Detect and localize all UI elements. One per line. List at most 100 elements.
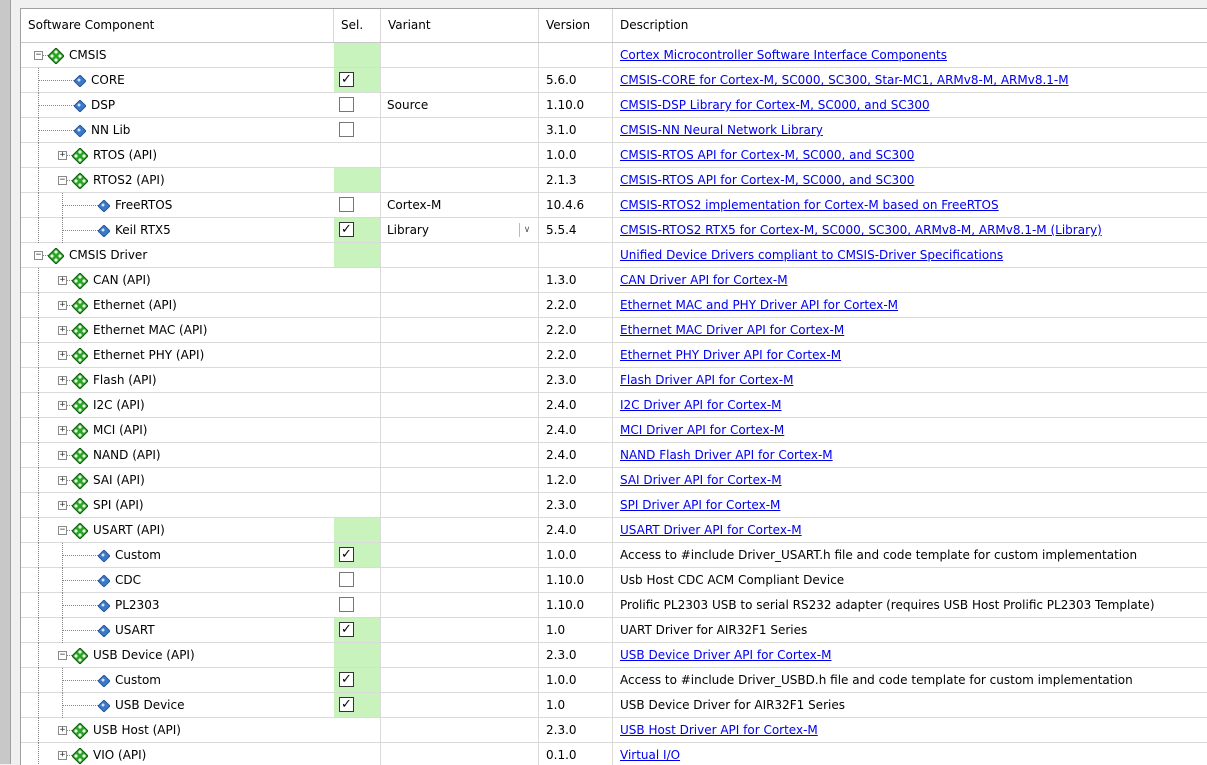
sel-cell[interactable] <box>334 118 381 143</box>
select-checkbox[interactable]: ✓ <box>339 222 354 237</box>
tree-group-row[interactable]: − RTOS2 (API) 2.1.3 CMSIS-RTOS API for Cort… <box>21 168 1207 193</box>
collapse-icon[interactable]: − <box>58 651 67 660</box>
description-link[interactable]: CMSIS-DSP Library for Cortex-M, SC000, a… <box>613 93 930 118</box>
column-header-description[interactable]: Description <box>613 9 1207 42</box>
tree-group-row[interactable]: − CMSIS Driver Unified Device Drivers comp… <box>21 243 1207 268</box>
tree-group-row[interactable]: + SPI (API) 2.3.0 SPI Driver API for Cortex… <box>21 493 1207 518</box>
description-link[interactable]: CMSIS-RTOS2 implementation for Cortex-M … <box>613 193 999 218</box>
description-link[interactable]: CMSIS-NN Neural Network Library <box>613 118 823 143</box>
expand-icon[interactable]: + <box>58 726 67 735</box>
description-link[interactable]: USB Host Driver API for Cortex-M <box>613 718 818 743</box>
tree-group-row[interactable]: + Ethernet MAC (API) 2.2.0 Ethernet MAC Dri… <box>21 318 1207 343</box>
sel-cell[interactable] <box>334 593 381 618</box>
tree-group-row[interactable]: − USB Device (API) 2.3.0 USB Device Driver … <box>21 643 1207 668</box>
description-link[interactable]: USB Device Driver API for Cortex-M <box>613 643 831 668</box>
tree-group-row[interactable]: + SAI (API) 1.2.0 SAI Driver API for Cortex… <box>21 468 1207 493</box>
select-checkbox[interactable]: ✓ <box>339 547 354 562</box>
tree-group-row[interactable]: + USB Host (API) 2.3.0 USB Host Driver API … <box>21 718 1207 743</box>
tree-group-row[interactable]: + VIO (API) 0.1.0 Virtual I/O <box>21 743 1207 765</box>
select-checkbox[interactable]: ✓ <box>339 72 354 87</box>
select-checkbox[interactable]: ✓ <box>339 672 354 687</box>
collapse-icon[interactable]: − <box>34 51 43 60</box>
select-checkbox[interactable] <box>339 597 354 612</box>
description-link[interactable]: Virtual I/O <box>613 743 680 765</box>
expand-icon[interactable]: + <box>58 276 67 285</box>
sel-cell[interactable]: ✓ <box>334 543 381 568</box>
expand-icon[interactable]: + <box>58 751 67 760</box>
description-link[interactable]: CMSIS-RTOS2 RTX5 for Cortex-M, SC000, SC… <box>613 218 1102 243</box>
tree-group-row[interactable]: − CMSIS Cortex Microcontroller Software In… <box>21 43 1207 68</box>
sel-cell[interactable]: ✓ <box>334 68 381 93</box>
sel-cell[interactable]: ✓ <box>334 693 381 718</box>
sel-cell[interactable]: ✓ <box>334 618 381 643</box>
description-link[interactable]: Ethernet MAC and PHY Driver API for Cort… <box>613 293 898 318</box>
expand-icon[interactable]: + <box>58 426 67 435</box>
column-header-sel[interactable]: Sel. <box>334 9 381 42</box>
sel-cell[interactable]: ✓ <box>334 218 381 243</box>
description-link[interactable]: NAND Flash Driver API for Cortex-M <box>613 443 833 468</box>
column-header-software-component[interactable]: Software Component <box>21 9 334 42</box>
description-link[interactable]: Unified Device Drivers compliant to CMSI… <box>613 243 1003 268</box>
tree-group-row[interactable]: + NAND (API) 2.4.0 NAND Flash Driver API fo… <box>21 443 1207 468</box>
tree-leaf-row[interactable]: USART ✓ 1.0 UART Driver for AIR32F1 Series <box>21 618 1207 643</box>
tree-group-row[interactable]: + Ethernet (API) 2.2.0 Ethernet MAC and PHY… <box>21 293 1207 318</box>
tree-group-row[interactable]: − USART (API) 2.4.0 USART Driver API for Co… <box>21 518 1207 543</box>
description-link[interactable]: I2C Driver API for Cortex-M <box>613 393 782 418</box>
tree-leaf-row[interactable]: Custom ✓ 1.0.0 Access to #include Driver_US… <box>21 543 1207 568</box>
expand-icon[interactable]: + <box>58 451 67 460</box>
tree-group-row[interactable]: + Ethernet PHY (API) 2.2.0 Ethernet PHY Dri… <box>21 343 1207 368</box>
collapse-icon[interactable]: − <box>58 526 67 535</box>
description-link[interactable]: Cortex Microcontroller Software Interfac… <box>613 43 947 68</box>
select-checkbox[interactable] <box>339 572 354 587</box>
tree-group-row[interactable]: + Flash (API) 2.3.0 Flash Driver API for Co… <box>21 368 1207 393</box>
tree-leaf-row[interactable]: CDC 1.10.0 Usb Host CDC ACM Compliant Devi… <box>21 568 1207 593</box>
tree-leaf-row[interactable]: CORE ✓ 5.6.0 CMSIS-CORE for Cortex-M, SC000… <box>21 68 1207 93</box>
expand-icon[interactable]: + <box>58 301 67 310</box>
description-link[interactable]: SPI Driver API for Cortex-M <box>613 493 780 518</box>
collapse-icon[interactable]: − <box>34 251 43 260</box>
collapse-icon[interactable]: − <box>58 176 67 185</box>
tree-leaf-row[interactable]: USB Device ✓ 1.0 USB Device Driver for AIR3… <box>21 693 1207 718</box>
tree-leaf-row[interactable]: Custom ✓ 1.0.0 Access to #include Driver_US… <box>21 668 1207 693</box>
tree-leaf-row[interactable]: DSP Source 1.10.0 CMSIS-DSP Library for Cor… <box>21 93 1207 118</box>
expand-icon[interactable]: + <box>58 351 67 360</box>
column-header-version[interactable]: Version <box>539 9 613 42</box>
tree-group-row[interactable]: + RTOS (API) 1.0.0 CMSIS-RTOS API for Corte… <box>21 143 1207 168</box>
description-cell: Ethernet PHY Driver API for Cortex-M <box>613 343 1207 368</box>
description-link[interactable]: SAI Driver API for Cortex-M <box>613 468 782 493</box>
sel-cell[interactable] <box>334 568 381 593</box>
select-checkbox[interactable] <box>339 122 354 137</box>
select-checkbox[interactable] <box>339 197 354 212</box>
expand-icon[interactable]: + <box>58 326 67 335</box>
description-link[interactable]: Ethernet MAC Driver API for Cortex-M <box>613 318 844 343</box>
expand-icon[interactable]: + <box>58 376 67 385</box>
description-link[interactable]: Flash Driver API for Cortex-M <box>613 368 793 393</box>
sel-cell[interactable]: ✓ <box>334 668 381 693</box>
tree-leaf-row[interactable]: FreeRTOS Cortex-M 10.4.6 CMSIS-RTOS2 implem… <box>21 193 1207 218</box>
tree-leaf-row[interactable]: Keil RTX5 ✓ Library ∨ 5.5.4 CMSIS-RTOS2 RTX5 … <box>21 218 1207 243</box>
description-link[interactable]: CMSIS-RTOS API for Cortex-M, SC000, and … <box>613 168 914 193</box>
chevron-down-icon[interactable]: ∨ <box>519 223 534 237</box>
description-link[interactable]: USART Driver API for Cortex-M <box>613 518 802 543</box>
tree-group-row[interactable]: + CAN (API) 1.3.0 CAN Driver API for Cortex… <box>21 268 1207 293</box>
variant-cell[interactable]: Library ∨ <box>381 218 539 243</box>
description-link[interactable]: Ethernet PHY Driver API for Cortex-M <box>613 343 841 368</box>
tree-group-row[interactable]: + MCI (API) 2.4.0 MCI Driver API for Cortex… <box>21 418 1207 443</box>
select-checkbox[interactable] <box>339 97 354 112</box>
tree-leaf-row[interactable]: NN Lib 3.1.0 CMSIS-NN Neural Network Libra… <box>21 118 1207 143</box>
expand-icon[interactable]: + <box>58 401 67 410</box>
tree-leaf-row[interactable]: PL2303 1.10.0 Prolific PL2303 USB to seria… <box>21 593 1207 618</box>
expand-icon[interactable]: + <box>58 476 67 485</box>
expand-icon[interactable]: + <box>58 151 67 160</box>
description-link[interactable]: CMSIS-CORE for Cortex-M, SC000, SC300, S… <box>613 68 1069 93</box>
description-link[interactable]: CMSIS-RTOS API for Cortex-M, SC000, and … <box>613 143 914 168</box>
expand-icon[interactable]: + <box>58 501 67 510</box>
tree-group-row[interactable]: + I2C (API) 2.4.0 I2C Driver API for Cortex… <box>21 393 1207 418</box>
sel-cell[interactable] <box>334 93 381 118</box>
select-checkbox[interactable]: ✓ <box>339 697 354 712</box>
description-link[interactable]: CAN Driver API for Cortex-M <box>613 268 788 293</box>
select-checkbox[interactable]: ✓ <box>339 622 354 637</box>
description-link[interactable]: MCI Driver API for Cortex-M <box>613 418 784 443</box>
sel-cell[interactable] <box>334 193 381 218</box>
column-header-variant[interactable]: Variant <box>381 9 539 42</box>
